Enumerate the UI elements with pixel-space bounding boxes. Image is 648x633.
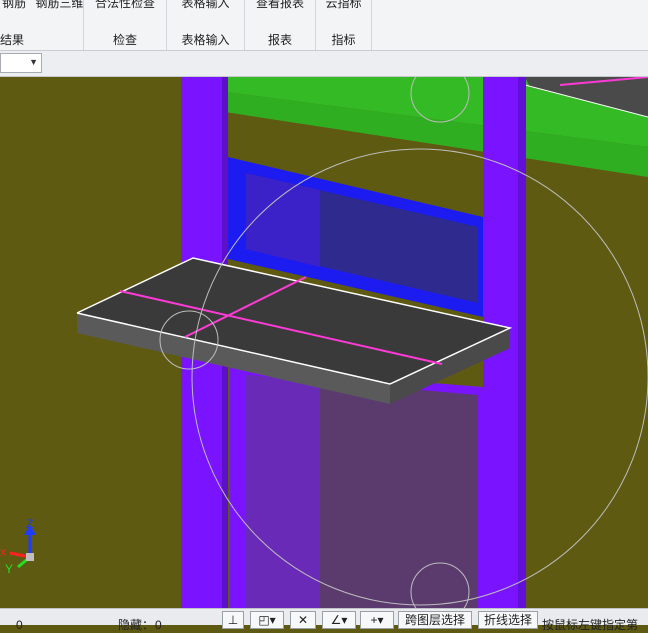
3d-scene: Z Y X xyxy=(0,77,648,608)
status-hidden-label: 隐藏： xyxy=(118,618,155,632)
ribbon-group-results: 钢筋 钢筋三维 结果 xyxy=(0,0,84,50)
ribbon-item-table-input[interactable]: 表格输入 xyxy=(167,0,244,11)
cross-layer-select-button[interactable]: 跨图层选择 xyxy=(398,611,472,629)
floor-dropdown[interactable]: ▼ xyxy=(0,53,42,73)
y-axis-label: Y xyxy=(5,562,13,576)
3d-viewport[interactable]: Z Y X xyxy=(0,77,648,608)
secondary-toolbar: ▼ xyxy=(0,51,648,77)
angle-icon: ∠▾ xyxy=(330,613,348,627)
ribbon-group-label-report: 报表 xyxy=(267,33,292,47)
chevron-down-icon: ▼ xyxy=(29,57,38,67)
ortho-toggle-button[interactable]: ⊥ xyxy=(222,611,244,629)
ribbon-group-label-check: 检查 xyxy=(112,33,137,47)
ribbon-group-label-indicator: 指标 xyxy=(331,33,356,47)
ribbon-group-indicator: 云指标 指标 xyxy=(316,0,372,50)
door-panel-shade xyxy=(246,375,320,608)
cross-icon: ✕ xyxy=(297,613,309,627)
z-axis-label: Z xyxy=(26,517,33,531)
ribbon-group-table-input: 表格输入 表格输入 xyxy=(167,0,245,50)
snap-icon: ◰▾ xyxy=(258,613,276,627)
ribbon-group-report: 查看报表 报表 xyxy=(245,0,316,50)
ribbon-item-legality-check[interactable]: 合法性检查 xyxy=(84,0,166,11)
offset-icon: +▾ xyxy=(370,613,384,627)
cross-toggle-button[interactable]: ✕ xyxy=(290,611,316,629)
column-right-shade xyxy=(518,77,526,608)
axis-origin xyxy=(26,553,34,561)
ribbon-item-rebar[interactable]: 钢筋 xyxy=(2,0,26,10)
offset-mode-button[interactable]: +▾ xyxy=(360,611,394,629)
polyline-select-button[interactable]: 折线选择 xyxy=(478,611,538,629)
angle-mode-button[interactable]: ∠▾ xyxy=(322,611,356,629)
ribbon: 钢筋 钢筋三维 结果 合法性检查 检查 表格输入 表格输入 查看报表 报表 云指… xyxy=(0,0,648,51)
ribbon-item-view-report[interactable]: 查看报表 xyxy=(245,0,315,11)
ortho-icon: ⊥ xyxy=(227,613,239,627)
ribbon-item-rebar-3d[interactable]: 钢筋三维 xyxy=(35,0,83,10)
ribbon-item-cloud-indicator[interactable]: 云指标 xyxy=(316,0,371,11)
status-value-left: 0 xyxy=(16,618,23,632)
status-hint: 按鼠标左键指定第 xyxy=(542,618,639,632)
status-bar: 0 隐藏： 0 ⊥ ◰▾ ✕ ∠▾ +▾ 跨图层选择 折线选择 按鼠标左键指定第 xyxy=(0,608,648,632)
x-axis-label: X xyxy=(0,548,7,559)
ribbon-group-label-table-input: 表格输入 xyxy=(181,33,230,47)
snap-mode-button[interactable]: ◰▾ xyxy=(250,611,284,629)
ribbon-group-check: 合法性检查 检查 xyxy=(84,0,167,50)
status-hidden-value: 0 xyxy=(155,618,162,632)
ribbon-group-label-results: 结果 xyxy=(0,33,25,47)
